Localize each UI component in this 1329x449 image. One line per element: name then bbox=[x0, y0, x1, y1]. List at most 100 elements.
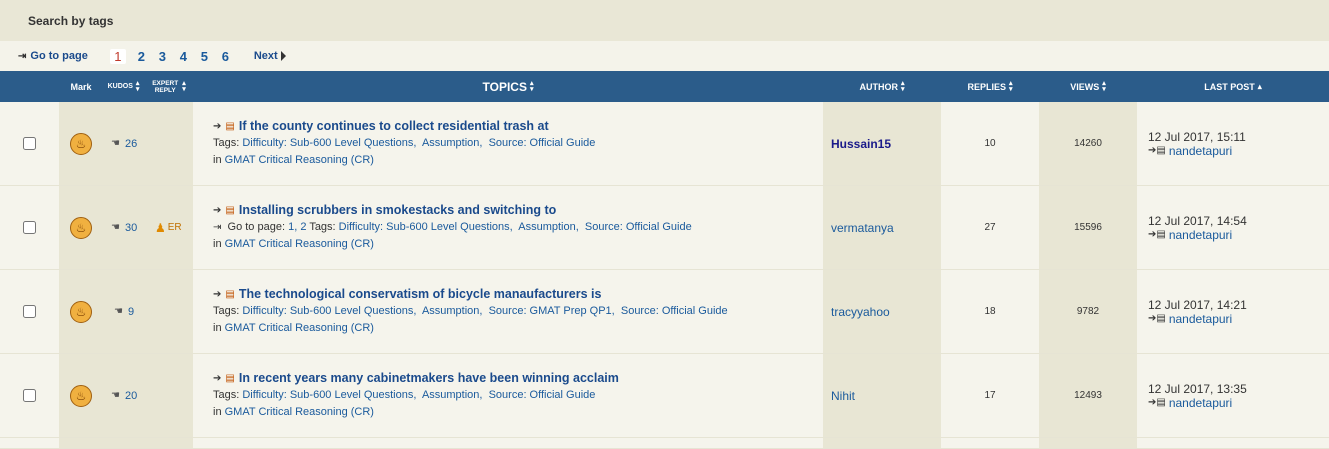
last-post-cell: 12 Jul 2017, 14:54 ➔▤ nandetapuri bbox=[1137, 186, 1329, 269]
kudos-count[interactable]: 20 bbox=[125, 390, 137, 402]
mark-cell: ♨ bbox=[59, 354, 103, 437]
topic-title-link[interactable]: If the county continues to collect resid… bbox=[239, 119, 549, 133]
new-post-icon[interactable]: ➔ bbox=[213, 373, 221, 384]
last-post-user-link[interactable]: nandetapuri bbox=[1169, 396, 1232, 410]
row-checkbox-cell bbox=[0, 354, 59, 437]
tags-label: Tags: bbox=[213, 305, 240, 317]
tag-link[interactable]: Assumption, bbox=[422, 137, 483, 149]
kudos-column-header[interactable]: KUDOS ▴ ▾ bbox=[103, 71, 144, 102]
topic-cell: ➔ ▤ If the county continues to collect res… bbox=[193, 102, 823, 185]
mark-cell: ♨ bbox=[59, 102, 103, 185]
last-post-icon[interactable]: ➔▤ bbox=[1148, 397, 1166, 408]
last-post-date: 12 Jul 2017, 13:35 bbox=[1148, 381, 1247, 396]
page-link-1[interactable]: 1 bbox=[109, 48, 126, 64]
kudos-icon: ☚ bbox=[114, 306, 123, 317]
row-checkbox[interactable] bbox=[23, 221, 36, 234]
go-to-page-button[interactable]: ⇥ Go to page bbox=[18, 50, 88, 62]
kudos-count[interactable]: 9 bbox=[128, 306, 134, 318]
views-cell: 12493 bbox=[1039, 354, 1137, 437]
kudos-count[interactable]: 30 bbox=[125, 222, 137, 234]
views-header-label: VIEWS bbox=[1070, 81, 1100, 92]
page-link-3[interactable]: 3 bbox=[152, 49, 173, 64]
page-link-6[interactable]: 6 bbox=[215, 49, 236, 64]
row-checkbox[interactable] bbox=[23, 389, 36, 402]
last-post-icon[interactable]: ➔▤ bbox=[1148, 313, 1166, 324]
last-post-user-link[interactable]: nandetapuri bbox=[1169, 312, 1232, 326]
topic-title-link[interactable]: Installing scrubbers in smokestacks and … bbox=[239, 203, 556, 217]
new-post-icon[interactable]: ➔ bbox=[213, 205, 221, 216]
mark-cell: ♨ bbox=[59, 186, 103, 269]
tag-link[interactable]: Assumption, bbox=[422, 305, 483, 317]
next-arrow-icon bbox=[280, 51, 286, 61]
expert-reply-column-header[interactable]: EXPERT REPLY ▴ ▾ bbox=[144, 71, 193, 102]
tag-link[interactable]: Difficulty: Sub-600 Level Questions, bbox=[242, 137, 416, 149]
search-by-tags-label[interactable]: Search by tags bbox=[28, 14, 113, 28]
topic-title-link[interactable]: The technological conservatism of bicycl… bbox=[239, 287, 602, 301]
search-by-tags-bar[interactable]: Search by tags bbox=[0, 0, 1329, 41]
author-column-header[interactable]: AUTHOR ▴ ▾ bbox=[823, 71, 941, 102]
author-link[interactable]: Hussain15 bbox=[831, 137, 891, 151]
author-link[interactable]: vermatanya bbox=[831, 221, 894, 235]
expert-reply-cell: ♟ ER bbox=[144, 186, 193, 269]
replies-cell: 27 bbox=[941, 186, 1039, 269]
tag-link[interactable]: Difficulty: Sub-600 Level Questions, bbox=[242, 389, 416, 401]
forum-link[interactable]: GMAT Critical Reasoning (CR) bbox=[225, 238, 374, 250]
mark-header-label: Mark bbox=[70, 81, 92, 92]
last-post-date: 12 Jul 2017, 14:54 bbox=[1148, 213, 1247, 228]
tag-link[interactable]: Source: Official Guide bbox=[489, 137, 596, 149]
hot-topic-icon: ♨ bbox=[70, 384, 92, 407]
kudos-icon: ☚ bbox=[111, 222, 120, 233]
kudos-cell: ☚ 26 bbox=[103, 102, 144, 185]
forum-link[interactable]: GMAT Critical Reasoning (CR) bbox=[225, 154, 374, 166]
replies-column-header[interactable]: REPLIES ▴ ▾ bbox=[941, 71, 1039, 102]
row-checkbox[interactable] bbox=[23, 305, 36, 318]
tag-link[interactable]: Source: GMAT Prep QP1, bbox=[489, 305, 615, 317]
last-post-cell: 12 Jul 2017, 15:11 ➔▤ nandetapuri bbox=[1137, 102, 1329, 185]
row-checkbox[interactable] bbox=[23, 137, 36, 150]
last-post-user-link[interactable]: nandetapuri bbox=[1169, 228, 1232, 242]
tags-label: Tags: bbox=[213, 389, 240, 401]
page-links: 1 2 3 4 5 6 bbox=[109, 48, 236, 64]
views-cell: 14260 bbox=[1039, 102, 1137, 185]
forum-link[interactable]: GMAT Critical Reasoning (CR) bbox=[225, 322, 374, 334]
forum-prefix: in bbox=[213, 238, 222, 250]
tag-link[interactable]: Source: Official Guide bbox=[585, 221, 692, 233]
sort-icon: ▴ ▾ bbox=[182, 79, 186, 93]
topics-column-header[interactable]: TOPICS ▴ ▾ bbox=[193, 71, 823, 102]
forum-link[interactable]: GMAT Critical Reasoning (CR) bbox=[225, 406, 374, 418]
views-column-header[interactable]: VIEWS ▴ ▾ bbox=[1039, 71, 1137, 102]
tag-link[interactable]: Source: Official Guide bbox=[621, 305, 728, 317]
tag-link[interactable]: Difficulty: Sub-600 Level Questions, bbox=[339, 221, 513, 233]
tag-link[interactable]: Source: Official Guide bbox=[489, 389, 596, 401]
last-post-column-header[interactable]: LAST POST ▴ bbox=[1137, 71, 1329, 102]
page-link-4[interactable]: 4 bbox=[173, 49, 194, 64]
replies-count: 10 bbox=[984, 138, 996, 149]
new-post-icon[interactable]: ➔ bbox=[213, 289, 221, 300]
tag-link[interactable]: Difficulty: Sub-600 Level Questions, bbox=[242, 305, 416, 317]
page-link-5[interactable]: 5 bbox=[194, 49, 215, 64]
topic-page-link[interactable]: 1, bbox=[288, 221, 297, 233]
expert-reply-badge[interactable]: ER bbox=[168, 222, 182, 233]
last-post-icon[interactable]: ➔▤ bbox=[1148, 229, 1166, 240]
tags-label: Tags: bbox=[213, 137, 240, 149]
topic-page-link[interactable]: 2 bbox=[300, 221, 306, 233]
topics-table-header: Mark KUDOS ▴ ▾ EXPERT REPLY ▴ ▾ TOPICS ▴ ▾ … bbox=[0, 71, 1329, 102]
expert-reply-cell bbox=[144, 102, 193, 185]
author-cell: tracyyahoo bbox=[823, 270, 941, 353]
new-post-icon[interactable]: ➔ bbox=[213, 121, 221, 132]
tag-link[interactable]: Assumption, bbox=[422, 389, 483, 401]
author-link[interactable]: Nihit bbox=[831, 389, 855, 403]
page-link-2[interactable]: 2 bbox=[131, 49, 152, 64]
last-post-user-link[interactable]: nandetapuri bbox=[1169, 144, 1232, 158]
author-link[interactable]: tracyyahoo bbox=[831, 305, 890, 319]
last-post-icon[interactable]: ➔▤ bbox=[1148, 145, 1166, 156]
topic-title-link[interactable]: In recent years many cabinetmakers have … bbox=[239, 371, 619, 385]
mark-cell: ♨ bbox=[59, 270, 103, 353]
kudos-cell: ☚ 20 bbox=[103, 354, 144, 437]
tag-link[interactable]: Assumption, bbox=[518, 221, 579, 233]
next-page-button[interactable]: Next bbox=[254, 50, 286, 62]
replies-count: 27 bbox=[984, 222, 996, 233]
kudos-cell: ☚ 9 bbox=[103, 270, 144, 353]
kudos-count[interactable]: 26 bbox=[125, 138, 137, 150]
last-post-cell bbox=[1137, 438, 1329, 448]
